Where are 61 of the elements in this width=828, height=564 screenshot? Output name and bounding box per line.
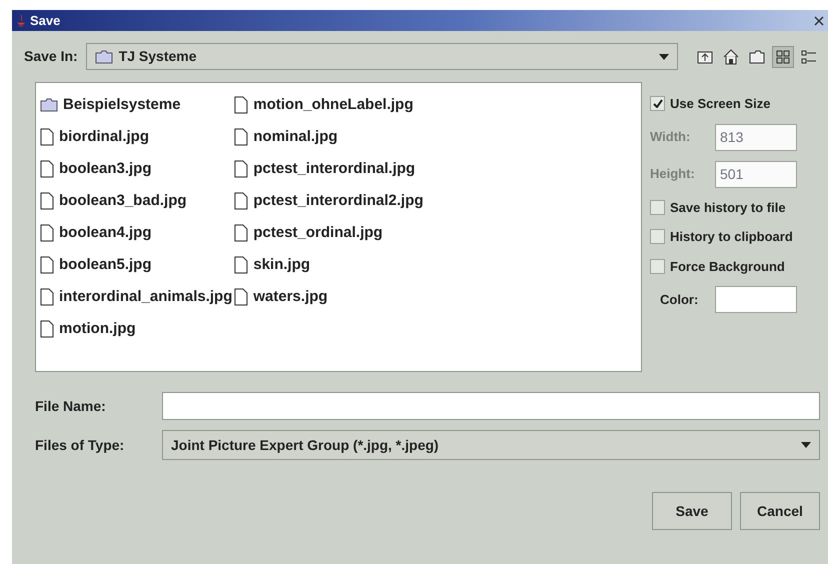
save-in-dropdown[interactable]: TJ Systeme (86, 43, 678, 70)
folder-icon (40, 98, 58, 112)
file-icon (234, 96, 248, 114)
checkbox[interactable] (650, 229, 665, 244)
file-item[interactable]: boolean3_bad.jpg (40, 185, 232, 217)
file-item[interactable]: Beispielsysteme (40, 89, 232, 121)
list-view-icon (774, 48, 792, 66)
checkbox-label: Use Screen Size (670, 95, 770, 113)
file-icon (234, 224, 248, 242)
file-item[interactable]: motion_ohneLabel.jpg (234, 89, 424, 121)
file-item[interactable]: pctest_ordinal.jpg (234, 217, 424, 249)
file-name-label: File Name: (35, 396, 107, 416)
field-label: Width: (650, 128, 692, 146)
window-title: Save (30, 12, 60, 30)
caret-icon (659, 54, 669, 60)
home-icon (722, 48, 740, 66)
app-icon (16, 14, 26, 27)
file-item[interactable]: nominal.jpg (234, 121, 424, 153)
file-icon (234, 128, 248, 146)
file-icon (40, 128, 54, 146)
file-item[interactable]: skin.jpg (234, 249, 424, 281)
file-item[interactable]: boolean4.jpg (40, 217, 232, 249)
file-icon (40, 256, 54, 274)
dialog-button[interactable]: Cancel (740, 492, 820, 530)
details-view-icon (800, 48, 818, 66)
file-item[interactable]: boolean3.jpg (40, 153, 232, 185)
file-icon (234, 160, 248, 178)
file-name-field[interactable] (162, 392, 820, 420)
file-item[interactable]: interordinal_animals.jpg (40, 281, 232, 313)
file-icon (234, 192, 248, 210)
file-item[interactable]: boolean5.jpg (40, 249, 232, 281)
file-icon (234, 288, 248, 306)
file-item[interactable]: pctest_interordinal.jpg (234, 153, 424, 185)
close-button[interactable] (814, 16, 824, 26)
file-item[interactable]: motion.jpg (40, 313, 232, 345)
checkbox[interactable] (650, 258, 665, 274)
file-item[interactable]: waters.jpg (234, 281, 424, 313)
checkbox-label: History to clipboard (670, 228, 793, 246)
list-view-button[interactable] (772, 46, 794, 68)
file-type-label: Files of Type: (35, 436, 126, 455)
file-icon (234, 256, 248, 274)
checkbox[interactable] (650, 96, 665, 112)
file-icon (40, 320, 54, 338)
file-type-dropdown[interactable]: Joint Picture Expert Group (*.jpg, *.jpeg) (162, 430, 820, 460)
checkbox-label: Force Background (670, 258, 785, 276)
file-icon (40, 192, 54, 210)
file-item[interactable]: biordinal.jpg (40, 121, 232, 153)
input-field[interactable] (715, 286, 797, 313)
folder-icon (94, 50, 113, 64)
file-icon (40, 160, 54, 178)
field-label: Height: (650, 165, 696, 184)
field-label: Color: (660, 290, 700, 309)
caret-icon (801, 442, 811, 448)
checkbox[interactable] (650, 200, 665, 215)
save-in-label: Save In: (24, 47, 78, 66)
dialog-button[interactable]: Save (652, 492, 732, 530)
folder-icon (748, 48, 766, 66)
file-item[interactable]: pctest_interordinal2.jpg (234, 185, 424, 217)
file-icon (40, 224, 54, 242)
file-icon (40, 288, 54, 306)
checkbox-label: Save history to file (670, 198, 786, 217)
